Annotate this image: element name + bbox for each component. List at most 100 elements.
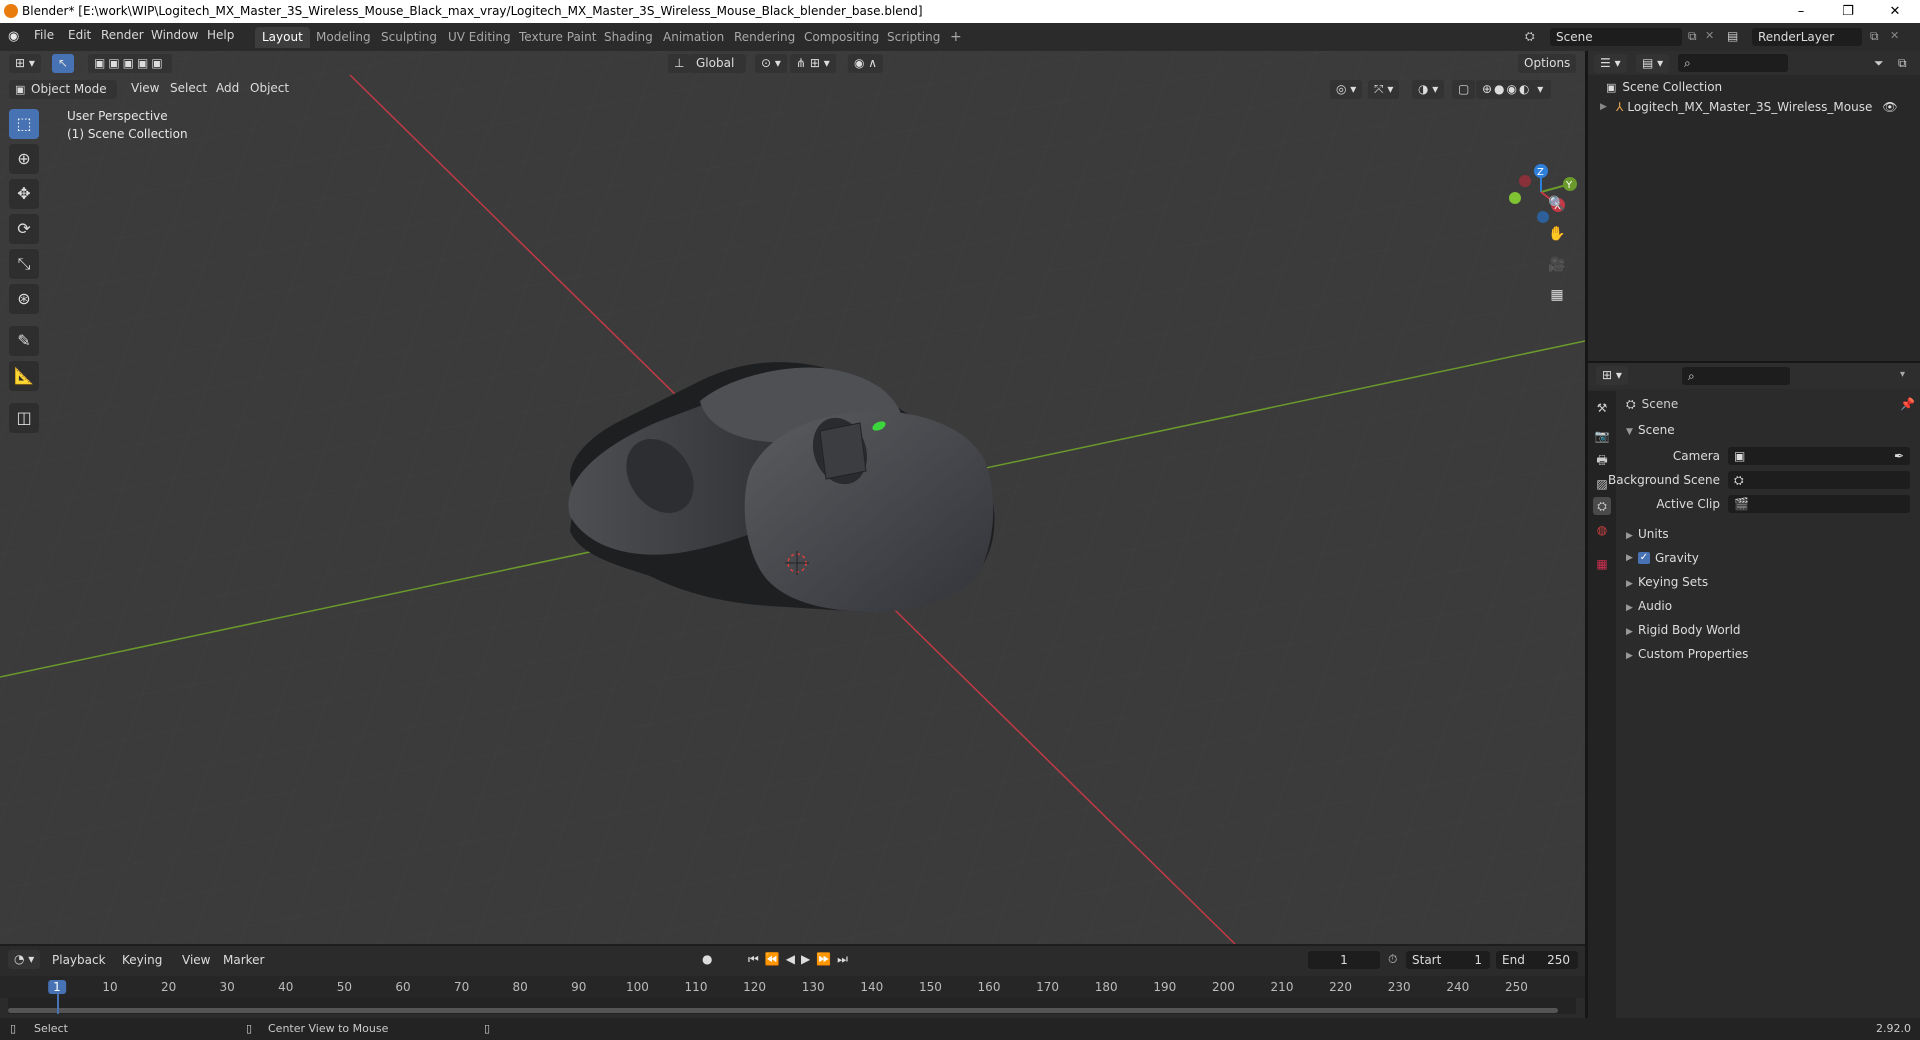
zoom-icon[interactable]: 🔍 <box>1544 191 1570 217</box>
measure-tool-icon[interactable]: 📐 <box>9 361 39 391</box>
proportional-edit-icon[interactable]: ◉ ∧ <box>848 54 884 73</box>
menu-render[interactable]: Render <box>101 28 144 42</box>
blender-menu-icon[interactable]: ◉ <box>8 29 19 44</box>
new-collection-icon[interactable]: ⧉ <box>1898 56 1907 71</box>
options-dropdown[interactable]: Options <box>1518 54 1577 73</box>
shading-mode-icons[interactable]: ⊕●◉◐ ▾ <box>1476 80 1552 99</box>
section-custom-properties[interactable]: ▶ Custom Properties <box>1626 647 1748 661</box>
remove-renderlayer-icon[interactable]: ✕ <box>1890 29 1899 42</box>
tool-tab-icon[interactable]: ⚒ <box>1593 399 1611 417</box>
tab-compositing[interactable]: Compositing <box>797 27 886 48</box>
tab-rendering[interactable]: Rendering <box>727 27 802 48</box>
timeline-menu-keying[interactable]: Keying <box>122 953 162 967</box>
pin-icon[interactable]: 📌 <box>1900 397 1915 411</box>
3d-viewport[interactable]: Z Y X ⊞ ▾ ↖ ▣▣▣▣▣ ⊥ Global ⊙ ▾ ⋔ ⊞ ▾ ◉ ∧… <box>0 51 1585 944</box>
viewport-menu-add[interactable]: Add <box>216 81 239 95</box>
cursor-tool-icon[interactable]: ⊕ <box>9 144 39 174</box>
close-button[interactable]: ✕ <box>1872 0 1918 23</box>
annotate-tool-icon[interactable]: ✎ <box>9 326 39 356</box>
timeline-scrollbar[interactable] <box>8 1008 1558 1013</box>
properties-search-field[interactable]: ⌕ <box>1682 367 1790 385</box>
section-keying-sets[interactable]: ▶ Keying Sets <box>1626 575 1708 589</box>
background-scene-field[interactable]: ⛭ <box>1728 471 1910 489</box>
world-tab-icon[interactable]: ◍ <box>1593 521 1611 539</box>
add-cube-tool-icon[interactable]: ◫ <box>9 403 39 433</box>
select-box-tool-icon[interactable]: ⬚ <box>9 109 39 139</box>
editor-type-button[interactable]: ⊞ ▾ <box>9 54 41 73</box>
scene-panel-header[interactable]: ▼ Scene <box>1626 423 1916 443</box>
menu-help[interactable]: Help <box>207 28 234 42</box>
timeline-menu-view[interactable]: View <box>182 953 210 967</box>
rotate-tool-icon[interactable]: ⟳ <box>9 214 39 244</box>
section-gravity[interactable]: ▶ ✓ Gravity <box>1626 551 1699 565</box>
add-workspace-button[interactable]: + <box>943 27 969 48</box>
xray-toggle-icon[interactable]: ▢ <box>1452 80 1476 99</box>
select-tool-icon[interactable]: ↖ <box>52 54 75 73</box>
scale-tool-icon[interactable]: ⤡ <box>9 249 39 279</box>
playback-controls-icons[interactable]: ⏮⏪◀▶⏩⏭ <box>748 952 854 967</box>
eyedropper-icon[interactable]: ✒ <box>1894 447 1904 465</box>
tab-shading[interactable]: Shading <box>597 27 660 48</box>
scene-selector-icon[interactable]: ⛭ <box>1525 29 1535 44</box>
section-units[interactable]: ▶ Units <box>1626 527 1669 541</box>
orientation-dropdown[interactable]: Global <box>690 54 746 73</box>
tab-texture-paint[interactable]: Texture Paint <box>512 27 603 48</box>
timeline-editor-type-icon[interactable]: ◔ ▾ <box>8 950 41 969</box>
visibility-icon[interactable]: ◎ ▾ <box>1330 80 1363 99</box>
camera-field[interactable]: ▣ ✒ <box>1728 447 1910 465</box>
overlay-toggle-icon[interactable]: ◑ ▾ <box>1412 80 1445 99</box>
start-frame-field[interactable]: Start 1 <box>1406 951 1490 969</box>
outliner-search-field[interactable]: ⌕ <box>1678 54 1788 72</box>
outliner-row-scene-collection[interactable]: ▣ Scene Collection <box>1606 78 1722 96</box>
tab-uv-editing[interactable]: UV Editing <box>441 27 518 48</box>
new-scene-icon[interactable]: ⧉ <box>1688 29 1697 44</box>
transform-orientation-icon[interactable]: ⊥ <box>668 54 691 73</box>
move-tool-icon[interactable]: ✥ <box>9 179 39 209</box>
viewport-menu-object[interactable]: Object <box>250 81 289 95</box>
timeline-menu-playback[interactable]: Playback <box>52 953 106 967</box>
scene-tab-icon[interactable]: ⛭ <box>1593 497 1611 515</box>
remove-scene-icon[interactable]: ✕ <box>1705 29 1714 42</box>
clock-icon[interactable]: ⏱ <box>1388 952 1397 967</box>
display-mode-icon[interactable]: ▤ ▾ <box>1636 54 1670 73</box>
end-frame-field[interactable]: End 250 <box>1496 951 1578 969</box>
section-rigid-body-world[interactable]: ▶ Rigid Body World <box>1626 623 1741 637</box>
section-audio[interactable]: ▶ Audio <box>1626 599 1672 613</box>
current-frame-field[interactable]: 1 <box>1308 951 1380 969</box>
active-clip-field[interactable]: 🎬 <box>1728 495 1910 513</box>
outliner-row-object[interactable]: ▶ ⅄ Logitech_MX_Master_3S_Wireless_Mouse… <box>1600 98 1918 116</box>
expand-arrow-icon[interactable]: ▶ <box>1600 102 1612 112</box>
render-tab-icon[interactable]: 📷 <box>1593 427 1611 445</box>
menu-file[interactable]: File <box>34 28 54 42</box>
outliner-editor-type-icon[interactable]: ☰ ▾ <box>1594 54 1627 73</box>
selection-mode-icons[interactable]: ▣▣▣▣▣ <box>88 54 172 73</box>
timeline-menu-marker[interactable]: Marker <box>223 953 264 967</box>
output-tab-icon[interactable]: 🖶 <box>1593 451 1611 469</box>
perspective-toggle-icon[interactable]: ▦ <box>1544 282 1570 308</box>
tab-layout[interactable]: Layout <box>255 27 310 48</box>
pivot-point-icon[interactable]: ⊙ ▾ <box>755 54 787 73</box>
minimize-button[interactable]: – <box>1778 0 1824 23</box>
record-icon[interactable]: ● <box>702 952 712 966</box>
menu-edit[interactable]: Edit <box>68 28 91 42</box>
properties-editor-type-icon[interactable]: ⊞ ▾ <box>1596 366 1628 385</box>
transform-tool-icon[interactable]: ⊛ <box>9 284 39 314</box>
maximize-button[interactable]: ❐ <box>1825 0 1871 23</box>
viewport-menu-view[interactable]: View <box>131 81 159 95</box>
renderlayer-icon[interactable]: ▤ <box>1727 29 1738 43</box>
snap-icon[interactable]: ⋔ ⊞ ▾ <box>790 54 836 73</box>
texture-tab-icon[interactable]: ▦ <box>1593 555 1611 573</box>
gravity-checkbox[interactable]: ✓ <box>1638 552 1650 564</box>
filter-icon[interactable]: ⏷ <box>1874 56 1884 71</box>
tab-animation[interactable]: Animation <box>656 27 731 48</box>
scene-selector-field[interactable]: Scene <box>1550 28 1682 46</box>
viewport-menu-select[interactable]: Select <box>170 81 207 95</box>
camera-view-icon[interactable]: 🎥 <box>1544 252 1570 278</box>
playhead-frame-label[interactable]: 1 <box>48 980 66 994</box>
new-renderlayer-icon[interactable]: ⧉ <box>1870 29 1879 44</box>
gizmo-toggle-icon[interactable]: ⤧ ▾ <box>1368 80 1400 99</box>
pan-hand-icon[interactable]: ✋ <box>1544 221 1570 247</box>
renderlayer-field[interactable]: RenderLayer <box>1752 28 1862 46</box>
tab-scripting[interactable]: Scripting <box>880 27 947 48</box>
eye-visibility-icon[interactable]: 👁 <box>1882 100 1897 114</box>
